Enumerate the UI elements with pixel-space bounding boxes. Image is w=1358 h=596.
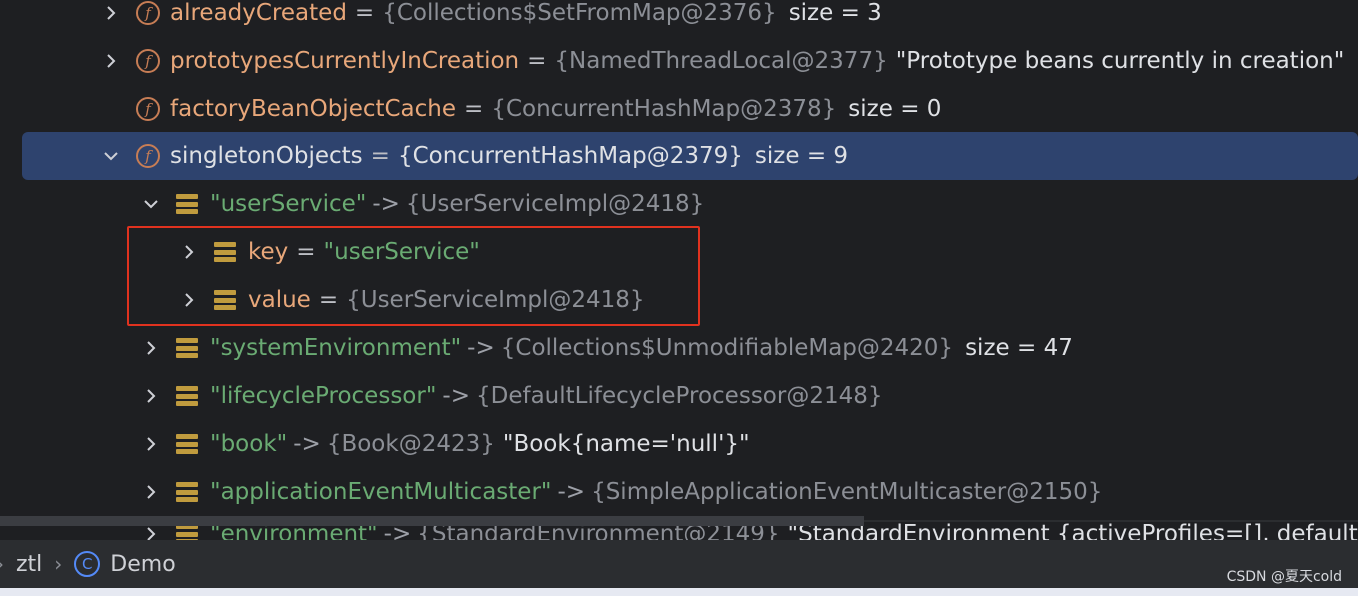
- field-name: singletonObjects: [170, 143, 363, 169]
- object-reference: {DefaultLifecycleProcessor@2148}: [475, 383, 883, 409]
- arrow-sign: ->: [442, 383, 470, 409]
- map-entry-icon: [176, 434, 198, 454]
- horizontal-scrollbar-track[interactable]: [864, 520, 1358, 522]
- equals-sign: =: [370, 143, 390, 169]
- entry-key: "book": [210, 431, 288, 457]
- map-entry-icon: [176, 338, 198, 358]
- value-summary: "Book{name='null'}": [502, 431, 750, 457]
- tree-row-alreadyCreated[interactable]: f alreadyCreated = {Collections$SetFromM…: [100, 0, 1358, 37]
- entry-key: "applicationEventMulticaster": [210, 479, 552, 505]
- arrow-sign: ->: [372, 191, 400, 217]
- tree-row-entry-userService[interactable]: "userService" -> {UserServiceImpl@2418}: [140, 180, 1358, 228]
- map-entry-icon: [176, 194, 198, 214]
- chevron-right-icon[interactable]: [100, 52, 122, 70]
- chevron-right-icon[interactable]: [140, 387, 162, 405]
- object-reference: {ConcurrentHashMap@2379}: [397, 143, 743, 169]
- object-reference: {ConcurrentHashMap@2378}: [491, 96, 837, 122]
- breadcrumb-package[interactable]: ztl: [16, 552, 42, 577]
- chevron-right-icon[interactable]: [140, 525, 162, 540]
- field-name: prototypesCurrentlyInCreation: [170, 48, 520, 74]
- red-highlight-box: [127, 226, 700, 326]
- chevron-down-icon[interactable]: [140, 195, 162, 213]
- chevron-down-icon[interactable]: [100, 147, 122, 165]
- tree-row-prototypesCurrentlyInCreation[interactable]: f prototypesCurrentlyInCreation = {Named…: [100, 37, 1358, 85]
- field-icon: f: [136, 97, 160, 121]
- map-entry-icon: [176, 386, 198, 406]
- window-bottom-edge: [0, 588, 1358, 596]
- entry-key: "lifecycleProcessor": [210, 383, 437, 409]
- class-icon: C: [74, 551, 101, 577]
- field-name: factoryBeanObjectCache: [170, 96, 457, 122]
- chevron-right-icon[interactable]: [140, 339, 162, 357]
- value-summary: size = 9: [754, 143, 849, 169]
- map-entry-icon: [176, 524, 198, 540]
- tree-row-entry-lifecycleProcessor[interactable]: "lifecycleProcessor" -> {DefaultLifecycl…: [140, 372, 1358, 420]
- object-reference: {NamedThreadLocal@2377}: [554, 48, 888, 74]
- watermark: CSDN @夏天cold: [1226, 569, 1342, 585]
- equals-sign: =: [354, 0, 375, 26]
- object-reference: {Book@2423}: [326, 431, 495, 457]
- object-reference: {SimpleApplicationEventMulticaster@2150}: [591, 479, 1103, 505]
- chevron-right-icon[interactable]: [140, 483, 162, 501]
- tree-row-entry-applicationEventMulticaster[interactable]: "applicationEventMulticaster" -> {Simple…: [140, 468, 1358, 516]
- field-icon: f: [136, 49, 160, 73]
- horizontal-scrollbar-thumb[interactable]: [0, 516, 864, 526]
- arrow-sign: ->: [557, 479, 586, 505]
- arrow-sign: ->: [467, 335, 495, 361]
- breadcrumb-class[interactable]: Demo: [110, 552, 175, 577]
- value-summary: size = 47: [965, 335, 1073, 361]
- tree-row-singletonObjects[interactable]: f singletonObjects = {ConcurrentHashMap@…: [0, 132, 1358, 180]
- debugger-variables-tree: f alreadyCreated = {Collections$SetFromM…: [0, 0, 1358, 540]
- chevron-right-icon: ›: [54, 552, 63, 576]
- navigation-bar: › ztl › C Demo: [0, 540, 1358, 588]
- chevron-right-icon[interactable]: [140, 435, 162, 453]
- object-reference: {Collections$UnmodifiableMap@2420}: [500, 335, 954, 361]
- tree-row-factoryBeanObjectCache[interactable]: f factoryBeanObjectCache = {ConcurrentHa…: [100, 85, 1358, 133]
- field-icon: f: [136, 1, 160, 25]
- value-summary: "Prototype beans currently in creation": [895, 48, 1345, 74]
- chevron-right-icon: ›: [0, 552, 4, 576]
- arrow-sign: ->: [293, 431, 321, 457]
- field-name: alreadyCreated: [170, 0, 347, 26]
- equals-sign: =: [527, 48, 547, 74]
- equals-sign: =: [464, 96, 484, 122]
- field-icon: f: [136, 144, 160, 168]
- object-reference: {UserServiceImpl@2418}: [405, 191, 705, 217]
- entry-key: "systemEnvironment": [210, 335, 462, 361]
- entry-key: "userService": [210, 191, 367, 217]
- tree-row-entry-systemEnvironment[interactable]: "systemEnvironment" -> {Collections$Unmo…: [140, 324, 1358, 372]
- value-summary: "StandardEnvironment {activeProfiles=[],…: [787, 522, 1358, 540]
- map-entry-icon: [176, 482, 198, 502]
- object-reference: {Collections$SetFromMap@2376}: [382, 0, 777, 26]
- chevron-right-icon[interactable]: [100, 4, 122, 22]
- value-summary: size = 0: [848, 96, 942, 122]
- value-summary: size = 3: [788, 0, 882, 26]
- tree-row-entry-book[interactable]: "book" -> {Book@2423} "Book{name='null'}…: [140, 420, 1358, 468]
